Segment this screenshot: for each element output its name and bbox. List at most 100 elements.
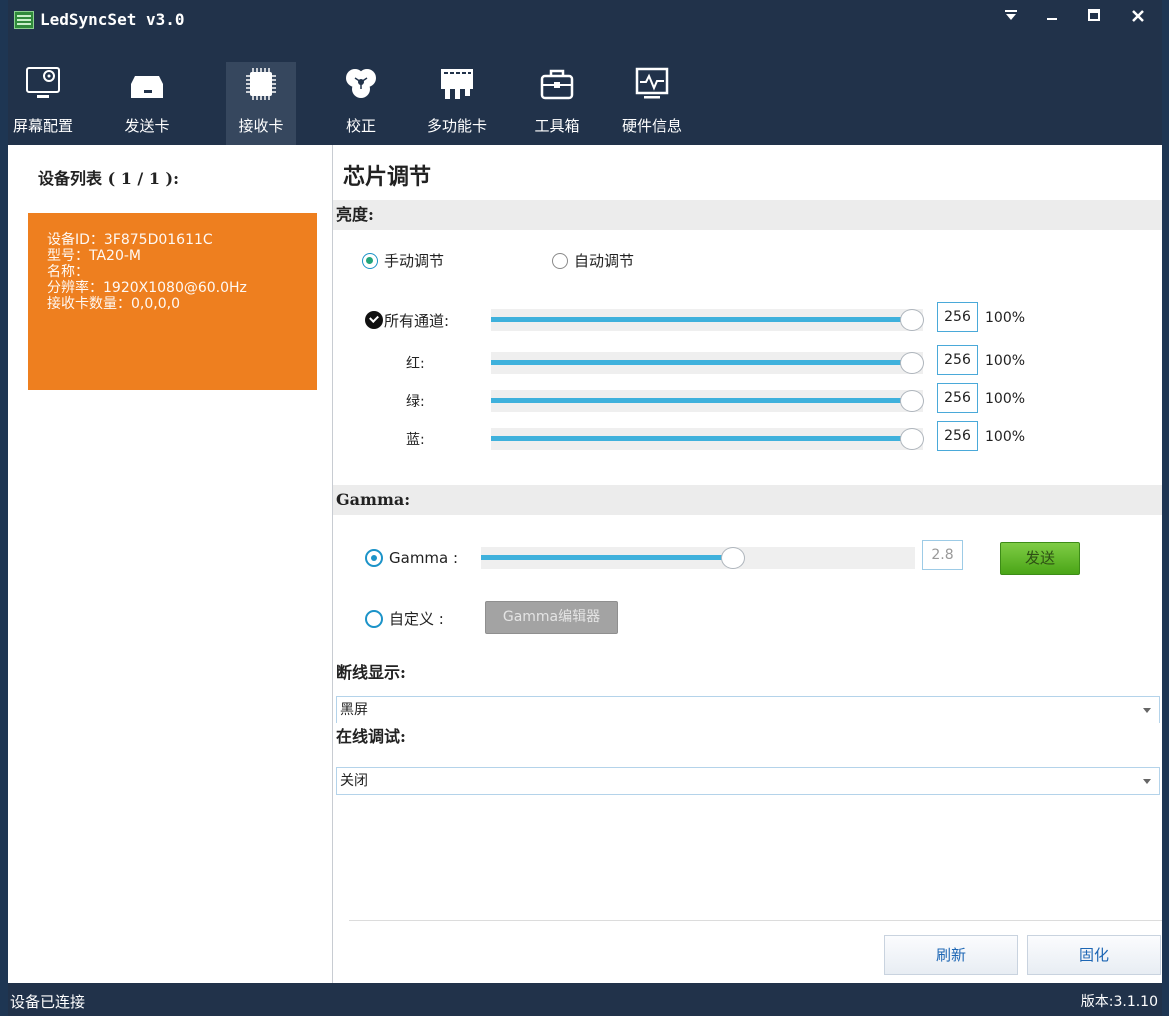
refresh-button[interactable]: 刷新 [884,935,1018,975]
multifunction-card-icon [441,69,473,99]
title-bar: LedSyncSet v3.0 [8,0,1162,40]
green-channel-value[interactable]: 256 [937,383,978,413]
blue-channel-slider[interactable] [491,428,924,450]
radio-label: 自定义 : [389,610,444,628]
red-channel-value[interactable]: 256 [937,345,978,375]
red-channel-label: 红: [406,356,425,372]
app-logo-icon [14,11,34,29]
version-label: 版本:3.1.10 [1080,994,1158,1010]
brightness-heading: 亮度: [333,200,1162,230]
disconnect-display-select[interactable]: 黑屏 [336,696,1160,724]
main-toolbar: 屏幕配置 发送卡 接收卡 校正 多功能卡 工具箱 硬件信息 [8,40,1162,146]
toolbar-multifunction-card[interactable]: 多功能卡 [422,62,492,146]
slider-thumb[interactable] [900,390,924,412]
red-channel-percent: 100% [985,353,1026,369]
device-resolution: 分辨率：1920X1080@60.0Hz [47,280,247,296]
slider-fill [491,360,911,365]
toolbar-screen-config[interactable]: 屏幕配置 [8,62,78,146]
radio-dot-icon [552,252,568,269]
radio-label: 自动调节 [574,252,635,270]
online-debug-heading: 在线调试: [333,723,1162,751]
chevron-down-icon [1143,779,1151,784]
window-menu-button[interactable] [998,6,1024,30]
close-icon [1132,10,1144,22]
device-id: 设备ID：3F875D01611C [47,232,213,248]
radio-dot-icon [365,549,383,567]
slider-fill [491,317,911,322]
maximize-icon [1088,9,1100,21]
toolbar-calibration[interactable]: 校正 [326,62,396,146]
gamma-slider[interactable] [481,547,915,569]
all-channels-label: 所有通道: [384,312,450,330]
maximize-button[interactable] [1081,6,1107,30]
dropdown-menu-icon [1005,10,1017,20]
minimize-button[interactable] [1039,6,1065,30]
monitor-gear-icon [26,67,60,98]
status-bar: 设备已连接 版本:3.1.10 [8,983,1162,1016]
toolbar-label: 工具箱 [534,117,580,135]
blue-channel-percent: 100% [985,429,1026,445]
device-card-count: 接收卡数量：0,0,0,0 [47,296,180,312]
gamma-editor-button[interactable]: Gamma编辑器 [485,601,618,634]
all-channels-value[interactable]: 256 [937,302,978,332]
toolbar-label: 接收卡 [238,117,284,135]
all-channels-slider[interactable] [491,309,924,331]
device-model: 型号：TA20-M [47,248,141,264]
slider-thumb[interactable] [900,428,924,450]
select-value: 黑屏 [340,702,368,718]
gamma-value-input[interactable]: 2.8 [922,540,963,570]
toolbar-label: 屏幕配置 [12,117,73,135]
green-channel-slider[interactable] [491,390,924,412]
divider [349,920,1162,921]
minimize-icon [1047,18,1057,20]
gamma-heading: Gamma: [333,485,1162,515]
hardware-monitor-icon [635,67,669,99]
chevron-down-icon [1143,708,1151,713]
custom-gamma-radio[interactable]: 自定义 : [365,608,444,629]
slider-fill [491,436,911,441]
solidify-button[interactable]: 固化 [1027,935,1161,975]
slider-thumb[interactable] [721,547,745,569]
device-name: 名称： [47,264,89,280]
slider-fill [491,398,911,403]
all-channels-check-icon[interactable] [365,311,383,329]
slider-fill [481,555,733,560]
toolbar-label: 多功能卡 [426,117,487,135]
auto-adjust-radio[interactable]: 自动调节 [552,250,634,271]
green-channel-label: 绿: [406,394,425,410]
toolbar-toolbox[interactable]: 工具箱 [522,62,592,146]
device-list-panel: 设备列表 ( 1 / 1 ): 设备ID：3F875D01611C 型号：TA2… [8,145,333,983]
slider-thumb[interactable] [900,352,924,374]
blue-channel-value[interactable]: 256 [937,421,978,451]
device-card[interactable]: 设备ID：3F875D01611C 型号：TA20-M 名称： 分辨率：1920… [28,213,317,390]
gamma-radio[interactable]: Gamma : [365,549,458,567]
chip-icon [246,68,276,100]
disconnect-display-heading: 断线显示: [333,659,1162,687]
radio-dot-icon [365,609,383,628]
toolbar-receiver-card[interactable]: 接收卡 [226,62,296,146]
toolbar-label: 校正 [345,117,376,135]
all-channels-percent: 100% [985,310,1026,326]
manual-adjust-radio[interactable]: 手动调节 [362,250,444,271]
toolbar-label: 发送卡 [124,117,170,135]
device-list-title: 设备列表 ( 1 / 1 ): [38,169,180,188]
blue-channel-label: 蓝: [406,432,425,448]
toolbox-icon [540,69,574,100]
window-title: LedSyncSet v3.0 [40,10,185,29]
send-button[interactable]: 发送 [1000,542,1080,575]
toolbar-hardware-info[interactable]: 硬件信息 [617,62,687,146]
app-window: LedSyncSet v3.0 屏幕配置 发送卡 接收卡 校正 多功能卡 工具箱… [8,0,1162,1016]
red-channel-slider[interactable] [491,352,924,374]
online-debug-select[interactable]: 关闭 [336,767,1160,795]
slider-thumb[interactable] [900,309,924,331]
close-button[interactable] [1125,6,1151,30]
radio-label: Gamma : [389,549,459,567]
color-wheel-icon [346,69,376,98]
radio-label: 手动调节 [384,252,445,270]
select-value: 关闭 [340,773,368,789]
toolbar-label: 硬件信息 [621,117,682,135]
page-title: 芯片调节 [343,164,432,190]
toolbar-sender-card[interactable]: 发送卡 [112,62,182,146]
radio-dot-icon [362,252,378,269]
chip-adjust-panel: 芯片调节 亮度: 手动调节 自动调节 所有通道: 256 100% 红: 256… [333,145,1162,983]
